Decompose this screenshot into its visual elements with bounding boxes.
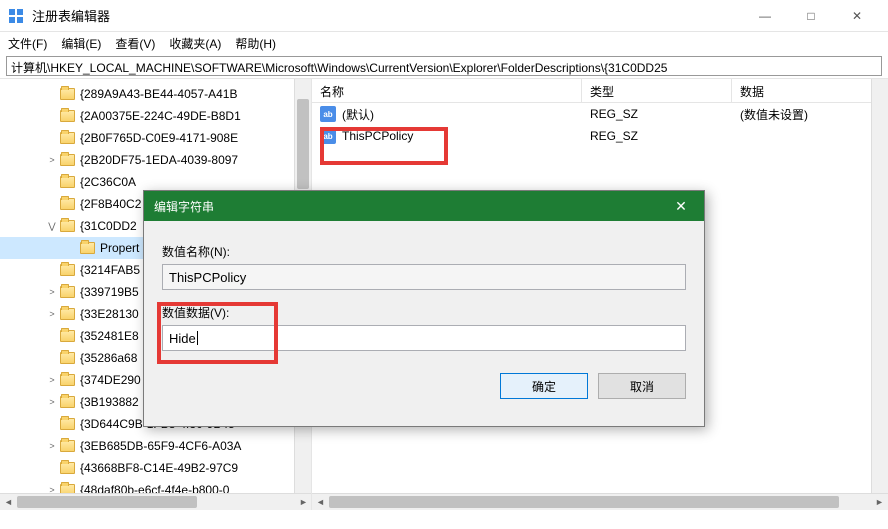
folder-icon bbox=[60, 286, 75, 298]
tree-item[interactable]: > {2B20DF75-1EDA-4039-8097 bbox=[0, 149, 311, 171]
chevron-right-icon[interactable]: > bbox=[46, 375, 58, 385]
value-type: REG_SZ bbox=[582, 129, 732, 143]
chevron-right-icon[interactable]: > bbox=[46, 309, 58, 319]
tree-item-label: {33E28130 bbox=[80, 307, 139, 321]
column-data[interactable]: 数据 bbox=[732, 79, 888, 102]
menubar: 文件(F) 编辑(E) 查看(V) 收藏夹(A) 帮助(H) bbox=[0, 32, 888, 54]
value-type: REG_SZ bbox=[582, 107, 732, 121]
chevron-down-icon[interactable]: ⋁ bbox=[46, 221, 58, 232]
menu-view[interactable]: 查看(V) bbox=[115, 35, 155, 52]
menu-edit[interactable]: 编辑(E) bbox=[61, 35, 101, 52]
menu-favorites[interactable]: 收藏夹(A) bbox=[169, 35, 221, 52]
tree-item[interactable]: {2B0F765D-C0E9-4171-908E bbox=[0, 127, 311, 149]
tree-item-label: {31C0DD2 bbox=[80, 219, 137, 233]
value-data: (数值未设置) bbox=[732, 106, 888, 123]
titlebar: 注册表编辑器 — □ ✕ bbox=[0, 0, 888, 32]
tree-horizontal-scrollbar[interactable]: ◄ ► bbox=[0, 493, 312, 510]
folder-icon bbox=[60, 462, 75, 474]
folder-icon bbox=[60, 220, 75, 232]
folder-icon bbox=[60, 176, 75, 188]
folder-icon bbox=[60, 264, 75, 276]
folder-icon bbox=[60, 132, 75, 144]
tree-item-label: {289A9A43-BE44-4057-A41B bbox=[80, 87, 237, 101]
tree-item-label: {3EB685DB-65F9-4CF6-A03A bbox=[80, 439, 241, 453]
folder-icon bbox=[60, 352, 75, 364]
value-name-input[interactable] bbox=[162, 264, 686, 290]
chevron-right-icon[interactable]: > bbox=[46, 441, 58, 451]
edit-string-dialog: 编辑字符串 ✕ 数值名称(N): 数值数据(V): Hide 确定 取消 bbox=[143, 190, 705, 427]
tree-item-label: {2B0F765D-C0E9-4171-908E bbox=[80, 131, 238, 145]
folder-icon bbox=[60, 110, 75, 122]
dialog-body: 数值名称(N): 数值数据(V): Hide 确定 取消 bbox=[144, 221, 704, 413]
folder-icon bbox=[60, 418, 75, 430]
tree-item-label: {2F8B40C2 bbox=[80, 197, 141, 211]
scroll-left-icon[interactable]: ◄ bbox=[0, 494, 17, 510]
tree-item-label: {3B193882 bbox=[80, 395, 139, 409]
folder-icon bbox=[80, 242, 95, 254]
chevron-right-icon[interactable]: > bbox=[46, 155, 58, 165]
tree-item-label: {374DE290 bbox=[80, 373, 141, 387]
folder-icon bbox=[60, 88, 75, 100]
chevron-right-icon[interactable]: > bbox=[46, 397, 58, 407]
list-header: 名称 类型 数据 bbox=[312, 79, 888, 103]
folder-icon bbox=[60, 154, 75, 166]
close-button[interactable]: ✕ bbox=[834, 1, 880, 31]
folder-icon bbox=[60, 198, 75, 210]
value-data-input[interactable]: Hide bbox=[162, 325, 686, 351]
maximize-button[interactable]: □ bbox=[788, 1, 834, 31]
folder-icon bbox=[60, 396, 75, 408]
cancel-button[interactable]: 取消 bbox=[598, 373, 686, 399]
tree-item[interactable]: > {3EB685DB-65F9-4CF6-A03A bbox=[0, 435, 311, 457]
column-name[interactable]: 名称 bbox=[312, 79, 582, 102]
folder-icon bbox=[60, 440, 75, 452]
menu-file[interactable]: 文件(F) bbox=[8, 35, 47, 52]
window-controls: — □ ✕ bbox=[742, 1, 880, 31]
tree-item-label: {339719B5 bbox=[80, 285, 139, 299]
tree-item[interactable]: {289A9A43-BE44-4057-A41B bbox=[0, 83, 311, 105]
tree-item-label: Propert bbox=[100, 241, 139, 255]
tree-item[interactable]: {2A00375E-224C-49DE-B8D1 bbox=[0, 105, 311, 127]
dialog-close-button[interactable]: ✕ bbox=[668, 198, 694, 215]
tree-item-label: {35286a68 bbox=[80, 351, 137, 365]
folder-icon bbox=[60, 374, 75, 386]
app-icon bbox=[8, 8, 24, 24]
text-caret bbox=[197, 331, 198, 345]
folder-icon bbox=[60, 330, 75, 342]
tree-item-label: {2C36C0A bbox=[80, 175, 136, 189]
column-type[interactable]: 类型 bbox=[582, 79, 732, 102]
list-row[interactable]: (默认) REG_SZ(数值未设置) bbox=[312, 103, 888, 125]
value-name: ThisPCPolicy bbox=[342, 129, 413, 143]
string-value-icon bbox=[320, 106, 336, 122]
value-name: (默认) bbox=[342, 106, 374, 123]
ok-button[interactable]: 确定 bbox=[500, 373, 588, 399]
folder-icon bbox=[60, 308, 75, 320]
dialog-titlebar[interactable]: 编辑字符串 ✕ bbox=[144, 191, 704, 221]
tree-item-label: {3214FAB5 bbox=[80, 263, 140, 277]
menu-help[interactable]: 帮助(H) bbox=[235, 35, 276, 52]
chevron-right-icon[interactable]: > bbox=[46, 287, 58, 297]
value-name-label: 数值名称(N): bbox=[162, 243, 686, 260]
scroll-right-icon[interactable]: ► bbox=[871, 494, 888, 510]
list-row[interactable]: ThisPCPolicy REG_SZ bbox=[312, 125, 888, 147]
tree-item-label: {2B20DF75-1EDA-4039-8097 bbox=[80, 153, 238, 167]
window-title: 注册表编辑器 bbox=[32, 6, 742, 25]
address-bar[interactable]: 计算机\HKEY_LOCAL_MACHINE\SOFTWARE\Microsof… bbox=[6, 56, 882, 76]
dialog-title: 编辑字符串 bbox=[154, 198, 668, 215]
value-data-label: 数值数据(V): bbox=[162, 304, 686, 321]
tree-item-label: {352481E8 bbox=[80, 329, 139, 343]
scroll-left-icon[interactable]: ◄ bbox=[312, 494, 329, 510]
tree-item-label: {43668BF8-C14E-49B2-97C9 bbox=[80, 461, 238, 475]
list-horizontal-scrollbar[interactable]: ◄ ► bbox=[312, 493, 888, 510]
tree-item-label: {2A00375E-224C-49DE-B8D1 bbox=[80, 109, 241, 123]
list-vertical-scrollbar[interactable] bbox=[871, 79, 888, 493]
scroll-right-icon[interactable]: ► bbox=[295, 494, 312, 510]
string-value-icon bbox=[320, 128, 336, 144]
minimize-button[interactable]: — bbox=[742, 1, 788, 31]
tree-item[interactable]: {43668BF8-C14E-49B2-97C9 bbox=[0, 457, 311, 479]
